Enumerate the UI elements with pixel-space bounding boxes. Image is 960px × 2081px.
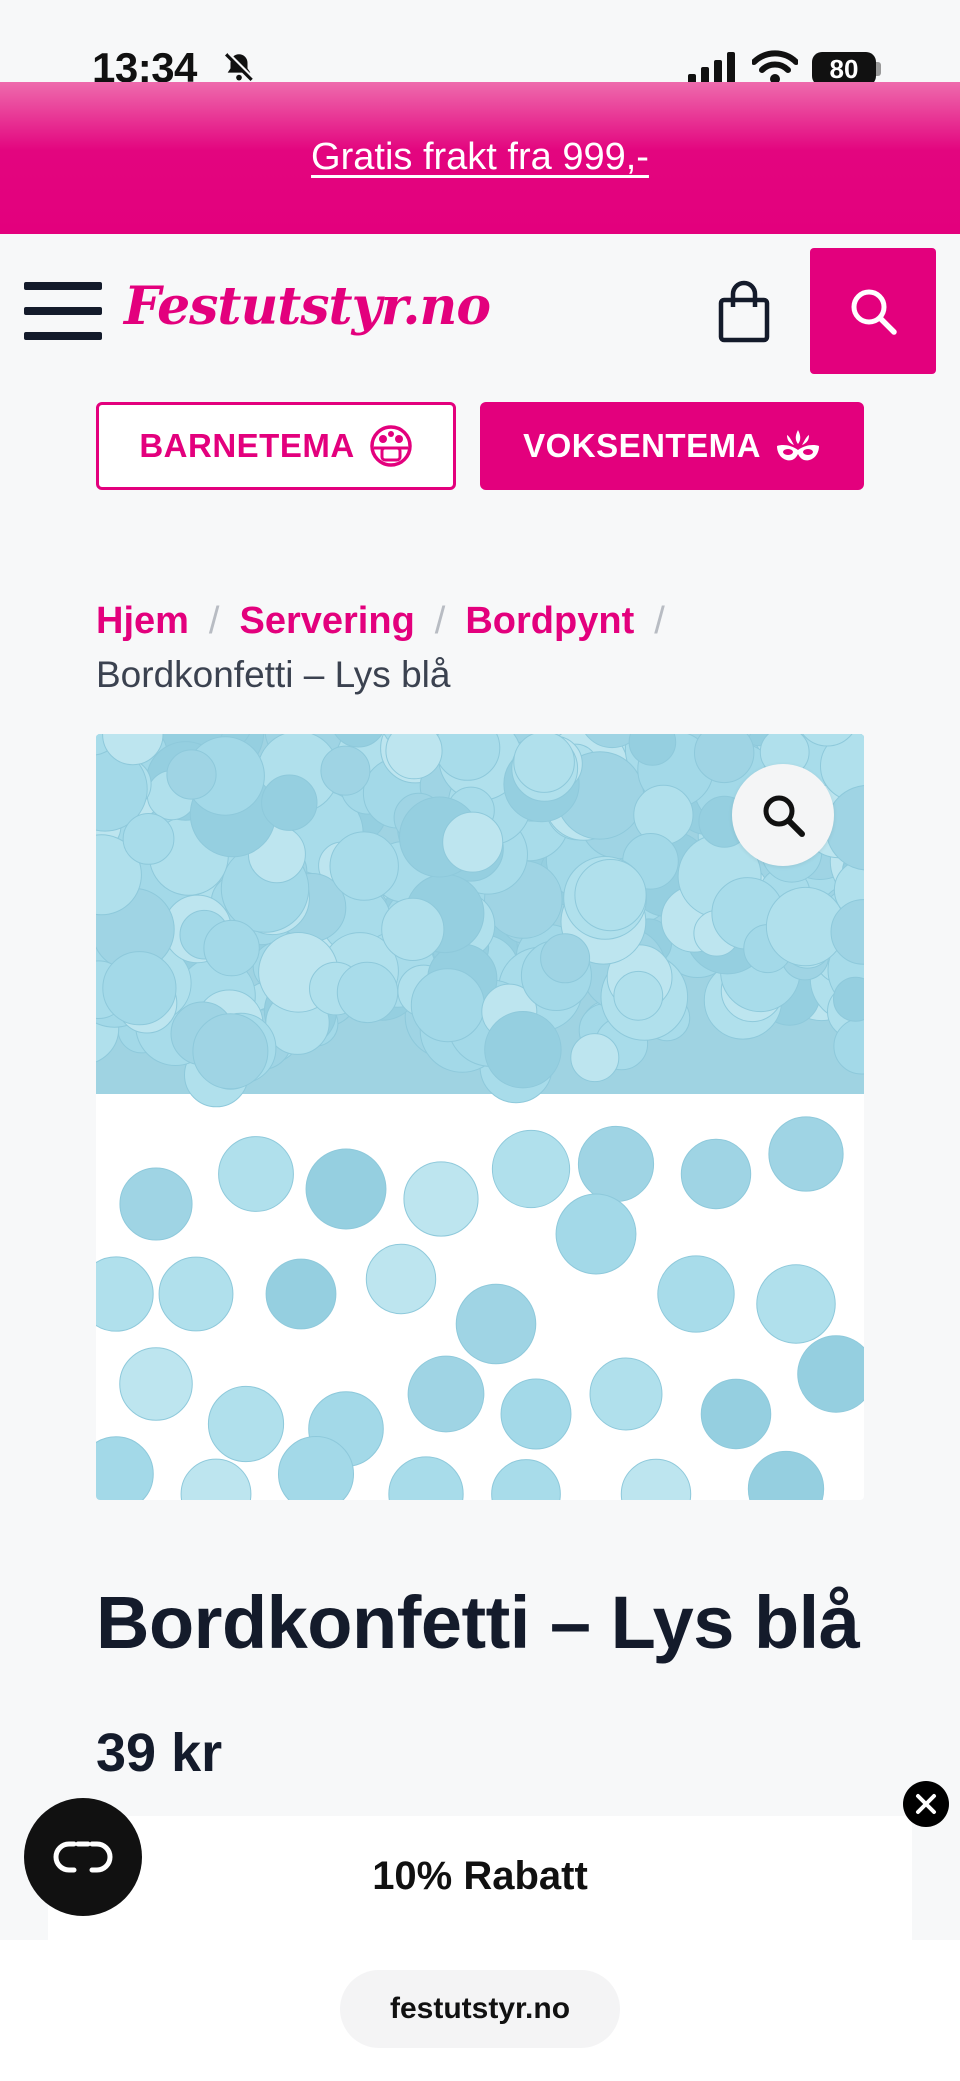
confetti-piece xyxy=(756,1264,836,1344)
mushroom-icon xyxy=(369,425,412,467)
search-button[interactable] xyxy=(810,248,936,374)
menu-button[interactable] xyxy=(24,282,102,340)
confetti-piece xyxy=(620,1458,692,1500)
close-icon xyxy=(916,1794,936,1814)
confetti-piece xyxy=(442,811,504,873)
adults-theme-label: VOKSENTEMA xyxy=(523,427,761,464)
confetti-piece xyxy=(407,1355,485,1433)
confetti-piece xyxy=(381,897,445,961)
confetti-piece xyxy=(96,1436,154,1500)
breadcrumb-separator: / xyxy=(208,600,220,642)
breadcrumb-bordpynt[interactable]: Bordpynt xyxy=(465,600,634,642)
confetti-piece xyxy=(574,859,647,932)
confetti-piece xyxy=(320,745,371,796)
confetti-piece xyxy=(119,1347,193,1421)
confetti-piece xyxy=(119,1167,193,1241)
confetti-piece xyxy=(261,774,318,831)
confetti-piece xyxy=(180,1458,252,1500)
confetti-piece xyxy=(218,1136,294,1212)
free-shipping-link[interactable]: Gratis frakt fra 999,- xyxy=(311,136,649,179)
confetti-piece xyxy=(365,1243,437,1315)
confetti-piece xyxy=(388,1456,464,1500)
confetti-piece xyxy=(589,1357,663,1431)
confetti-piece xyxy=(336,961,399,1024)
confetti-piece xyxy=(265,1258,337,1330)
breadcrumb: Hjem / Servering / Bordpynt / Bordkonfetti – … xyxy=(96,594,876,702)
confetti-piece xyxy=(657,1255,735,1333)
confetti-piece xyxy=(305,1148,387,1230)
chat-link-icon xyxy=(53,1841,113,1873)
confetti-piece xyxy=(540,933,591,984)
battery-indicator: 80 xyxy=(812,52,876,86)
adults-theme-button[interactable]: VOKSENTEMA xyxy=(480,402,864,490)
breadcrumb-separator: / xyxy=(654,600,665,642)
confetti-piece xyxy=(747,1450,825,1500)
confetti-piece xyxy=(329,831,399,901)
confetti-piece xyxy=(158,1256,234,1332)
confetti-piece xyxy=(700,1378,772,1450)
confetti-piece xyxy=(455,1283,537,1365)
breadcrumb-home[interactable]: Hjem xyxy=(96,600,189,642)
confetti-piece xyxy=(192,1013,269,1090)
hamburger-line xyxy=(24,332,102,340)
discount-popup[interactable]: 10% Rabatt xyxy=(48,1816,912,1946)
promo-banner: Gratis frakt fra 999,- xyxy=(0,82,960,234)
confetti-piece xyxy=(403,1161,479,1237)
confetti-piece xyxy=(122,813,175,865)
confetti-piece xyxy=(166,749,217,800)
battery-tip xyxy=(876,62,881,76)
product-title: Bordkonfetti – Lys blå xyxy=(96,1581,860,1664)
site-logo[interactable]: Festutstyr.no xyxy=(124,276,491,337)
status-bar: 13:34 80 xyxy=(0,0,960,91)
bell-muted-icon xyxy=(224,52,255,82)
confetti-piece xyxy=(555,1193,637,1275)
confetti-piece xyxy=(577,1125,655,1203)
discount-close-button[interactable] xyxy=(903,1781,949,1827)
confetti-piece xyxy=(96,1256,154,1332)
chat-widget-button[interactable] xyxy=(24,1798,142,1916)
confetti-piece xyxy=(207,1385,285,1463)
confetti-piece xyxy=(513,734,575,793)
breadcrumb-current: Bordkonfetti – Lys blå xyxy=(96,654,451,695)
confetti-piece xyxy=(797,1335,864,1413)
discount-text: 10% Rabatt xyxy=(372,1854,588,1898)
browser-url-bar[interactable]: festutstyr.no xyxy=(340,1970,620,2048)
confetti-piece xyxy=(484,1011,562,1089)
image-zoom-button[interactable] xyxy=(732,764,834,866)
hamburger-line xyxy=(24,307,102,315)
cellular-signal-icon xyxy=(688,52,735,84)
search-icon xyxy=(851,289,897,335)
confetti-piece xyxy=(491,1459,561,1500)
wifi-icon xyxy=(752,50,798,84)
magnifier-icon xyxy=(763,795,805,837)
confetti-piece xyxy=(500,1378,572,1450)
shopping-bag-icon[interactable] xyxy=(716,280,772,344)
masquerade-mask-icon xyxy=(776,430,819,461)
confetti-piece xyxy=(203,919,260,977)
confetti-piece xyxy=(410,968,485,1043)
breadcrumb-servering[interactable]: Servering xyxy=(239,600,414,642)
product-price: 39 kr xyxy=(96,1723,223,1783)
confetti-piece xyxy=(680,1138,752,1210)
kids-theme-button[interactable]: BARNETEMA xyxy=(96,402,456,490)
kids-theme-label: BARNETEMA xyxy=(139,427,355,464)
confetti-piece xyxy=(570,1033,620,1083)
hamburger-line xyxy=(24,282,102,290)
breadcrumb-separator: / xyxy=(434,600,446,642)
confetti-piece xyxy=(102,951,177,1026)
confetti-piece xyxy=(491,1129,571,1209)
confetti-piece xyxy=(768,1116,844,1192)
confetti-piece xyxy=(613,970,664,1021)
